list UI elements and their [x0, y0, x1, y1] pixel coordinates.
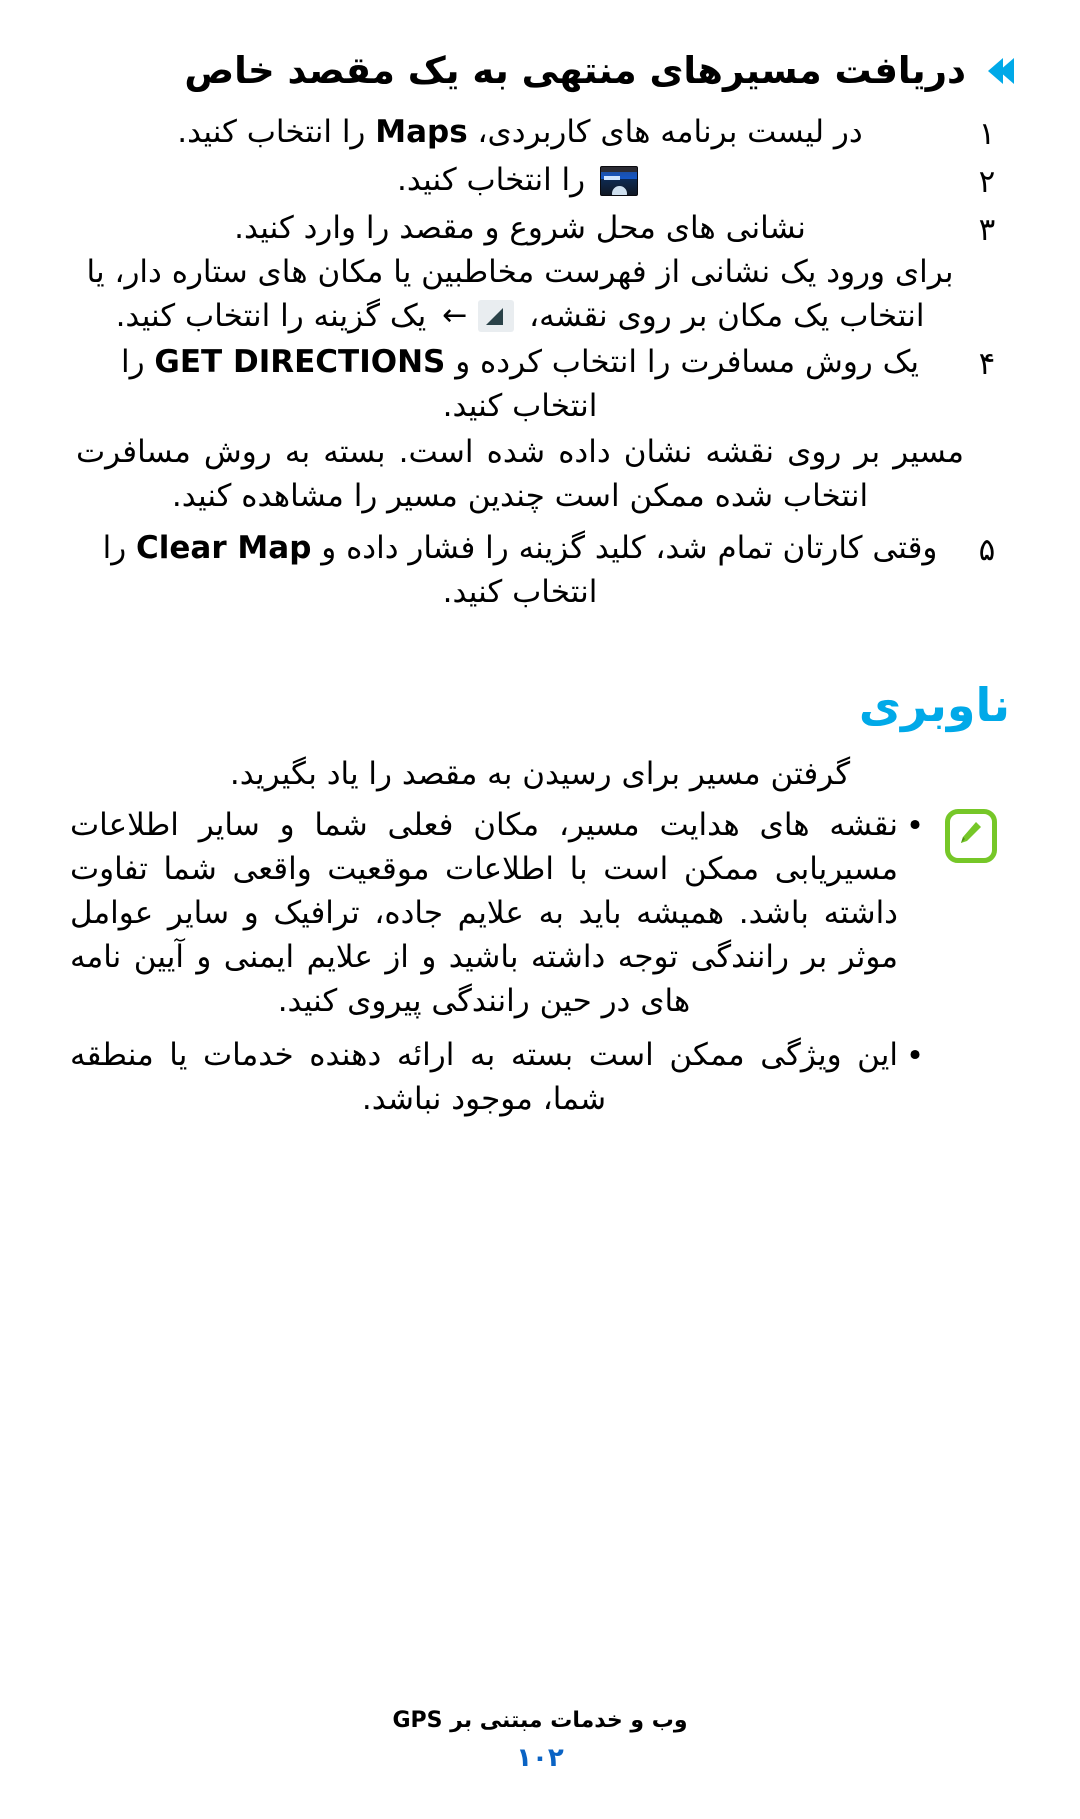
note-icon-column: [932, 803, 1010, 863]
note-bullet: • نقشه های هدایت مسیر، مکان فعلی شما و س…: [70, 803, 932, 1023]
page-number: ١٠٢: [516, 1743, 564, 1773]
step-keyword-get-directions: GET DIRECTIONS: [154, 344, 446, 381]
section-title: دریافت مسیرهای منتهی به یک مقصد خاص: [184, 49, 966, 92]
step-text-after: را انتخاب کنید.: [177, 114, 376, 151]
bullet-dot: •: [905, 1037, 925, 1074]
step3-line3: انتخاب یک مکان بر روی نقشه، ← یک گزینه ر…: [76, 294, 964, 338]
step-number: ۴: [978, 346, 996, 383]
double-chevron-right-icon: [976, 58, 1014, 85]
navigation-intro: گرفتن مسیر برای رسیدن به مقصد را یاد بگی…: [229, 755, 851, 792]
step-text: یک روش مسافرت را انتخاب کرده و GET DIREC…: [70, 340, 964, 428]
maps-directions-icon: [599, 166, 638, 197]
step-text: را انتخاب کنید.: [70, 158, 964, 202]
route-description-paragraph: مسیر بر روی نقشه نشان داده شده است. بسته…: [76, 434, 964, 515]
step-number: ٣: [978, 212, 996, 249]
step3-line1: نشانی های محل شروع و مقصد را وارد کنید.: [234, 210, 806, 247]
step-item: ١ در لیست برنامه های کاربردی، Maps را ان…: [70, 110, 1010, 156]
step-number: ۵: [978, 532, 996, 569]
step-number: ٢: [978, 164, 996, 201]
manual-page: دریافت مسیرهای منتهی به یک مقصد خاص ١ در…: [0, 48, 1080, 1819]
step-item: ٢ را انتخاب کنید.: [70, 158, 1010, 204]
navigation-heading: ناوبری: [858, 678, 1010, 733]
step-text: در لیست برنامه های کاربردی، Maps را انتخ…: [70, 110, 964, 154]
section-heading: دریافت مسیرهای منتهی به یک مقصد خاص: [70, 48, 1014, 94]
step-text-before: در لیست برنامه های کاربردی،: [467, 114, 863, 151]
step-item: ٣ نشانی های محل شروع و مقصد را وارد کنید…: [70, 206, 1010, 338]
step3-line2: برای ورود یک نشانی از فهرست مخاطبین یا م…: [86, 254, 954, 291]
bullet-text: نقشه های هدایت مسیر، مکان فعلی شما و سای…: [70, 806, 898, 1019]
bullet-text: این ویژگی ممکن است بسته به ارائه دهنده خ…: [70, 1036, 898, 1117]
left-arrow-icon: ←: [442, 298, 468, 334]
step-keyword-clear-map: Clear Map: [136, 530, 312, 567]
note-block: • نقشه های هدایت مسیر، مکان فعلی شما و س…: [70, 803, 1010, 1131]
step-item: ۴ یک روش مسافرت را انتخاب کرده و GET DIR…: [70, 340, 1010, 428]
footer-title-text: وب و خدمات مبتنی بر: [442, 1708, 688, 1733]
step-text: وقتی کارتان تمام شد، کلید گزینه را فشار …: [70, 526, 964, 614]
bullet-dot: •: [905, 807, 925, 844]
footer-title-gps: GPS: [392, 1708, 443, 1733]
footer-chapter-title: وب و خدمات مبتنی بر GPS: [0, 1708, 1080, 1733]
step3-line3-text-b: یک گزینه را انتخاب کنید.: [115, 298, 437, 335]
step-text-before: یک روش مسافرت را انتخاب کرده و: [445, 344, 920, 381]
step-number: ١: [978, 116, 996, 153]
step3-line3-text-a: انتخاب یک مکان بر روی نقشه،: [519, 298, 925, 335]
step-item: ۵ وقتی کارتان تمام شد، کلید گزینه را فشا…: [70, 526, 1010, 614]
step-keyword-maps: Maps: [375, 114, 468, 151]
note-bullet: • این ویژگی ممکن است بسته به ارائه دهنده…: [70, 1033, 932, 1121]
note-pencil-icon: [945, 808, 997, 863]
note-body: • نقشه های هدایت مسیر، مکان فعلی شما و س…: [70, 803, 932, 1131]
step-text-after: را انتخاب کنید.: [397, 162, 595, 199]
step-text-before: وقتی کارتان تمام شد، کلید گزینه را فشار …: [311, 530, 938, 567]
direction-triangle-icon: [478, 300, 515, 333]
steps-list: ١ در لیست برنامه های کاربردی، Maps را ان…: [70, 110, 1010, 614]
step-text: نشانی های محل شروع و مقصد را وارد کنید. …: [70, 206, 964, 338]
page-footer: وب و خدمات مبتنی بر GPS ١٠٢: [0, 1708, 1080, 1773]
